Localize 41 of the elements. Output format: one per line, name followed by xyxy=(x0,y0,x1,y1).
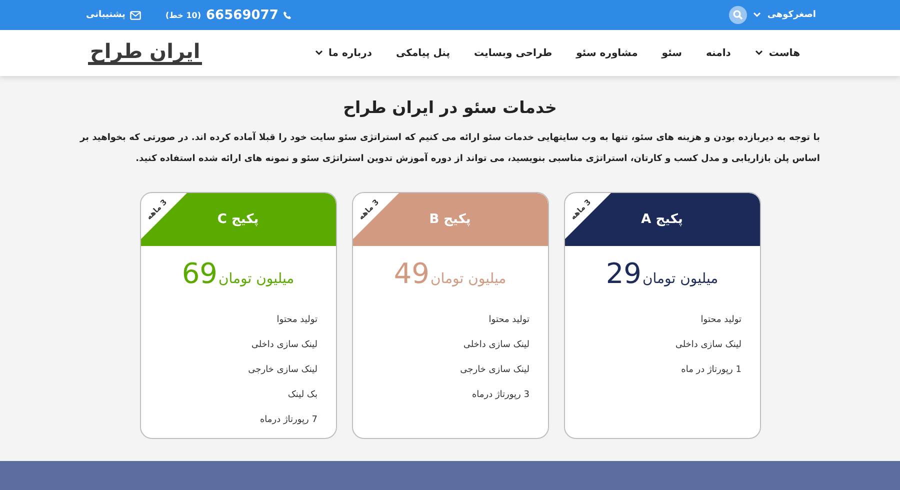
price-value: 49 xyxy=(394,257,430,290)
nav-item[interactable]: پنل پیامکی xyxy=(384,48,462,58)
phone-number[interactable]: 66569077 xyxy=(206,8,278,22)
page-heading: خدمات سئو در ایران طراح xyxy=(342,98,558,117)
feature-item: تولید محتوا xyxy=(700,314,742,327)
caret-icon xyxy=(753,12,762,18)
user-menu[interactable]: اصغرکوهی xyxy=(767,10,816,20)
nav-item[interactable]: هاست xyxy=(742,48,812,58)
mail-icon xyxy=(130,10,142,20)
price-unit: میلیون تومان xyxy=(642,271,718,287)
caret-icon xyxy=(314,50,323,56)
price-unit: میلیون تومان xyxy=(218,271,294,287)
nav-item[interactable]: مشاوره سئو xyxy=(564,48,650,58)
feature-item: 3 رپورتاژ درماه xyxy=(470,389,530,402)
package-title: پکیج B xyxy=(429,212,471,227)
feature-item: تولید محتوا xyxy=(276,314,318,327)
phone-lines: (10 خط) xyxy=(165,10,202,20)
feature-item: 1 رپورتاژ در ماه xyxy=(680,364,742,377)
phone-icon xyxy=(283,10,292,20)
package-title: پکیج C xyxy=(217,212,259,227)
package-title: پکیج A xyxy=(641,212,683,227)
feature-item: لینک سازی داخلی xyxy=(462,339,530,352)
intro-paragraph: با توجه به دیربازده بودن و هزینه های سئو، تنها به وب سایتهایی خدمات سئو ارائه می کنیم که استراتژی سئو سایت خود را قبلا آماده کرده اند. در صورتی که بخواهید بر اساس پلن بازاریابی و مدل کسب و کارتان، استراتژی مناسبی بنویسید، می تواند از دوره آموزش تدوین استراتژی سئو و نمونه های ارائه شده استفاده کنید. xyxy=(80,130,820,166)
price-value: 29 xyxy=(606,257,642,290)
search-icon[interactable] xyxy=(729,6,748,24)
price-value: 69 xyxy=(182,257,218,290)
feature-item: لینک سازی خارجی xyxy=(247,364,318,377)
caret-icon xyxy=(754,50,763,56)
logo[interactable]: ایران طراح xyxy=(88,41,202,65)
price-unit: میلیون تومان xyxy=(430,271,506,287)
feature-item: لینک سازی خارجی xyxy=(459,364,530,377)
nav-item[interactable]: دامنه xyxy=(694,48,743,58)
feature-item: بک لینک xyxy=(286,389,318,402)
feature-item: 7 رپورتاژ درماه xyxy=(258,414,318,427)
nav-item[interactable]: طراحی وبسایت xyxy=(462,48,564,58)
feature-item: لینک سازی داخلی xyxy=(250,339,318,352)
nav-item[interactable]: سئو xyxy=(650,48,694,58)
nav-item[interactable]: درباره ما xyxy=(302,48,384,58)
support-link[interactable]: پشتیبانی xyxy=(86,10,126,20)
feature-item: لینک سازی داخلی xyxy=(674,339,742,352)
feature-item: تولید محتوا xyxy=(488,314,530,327)
